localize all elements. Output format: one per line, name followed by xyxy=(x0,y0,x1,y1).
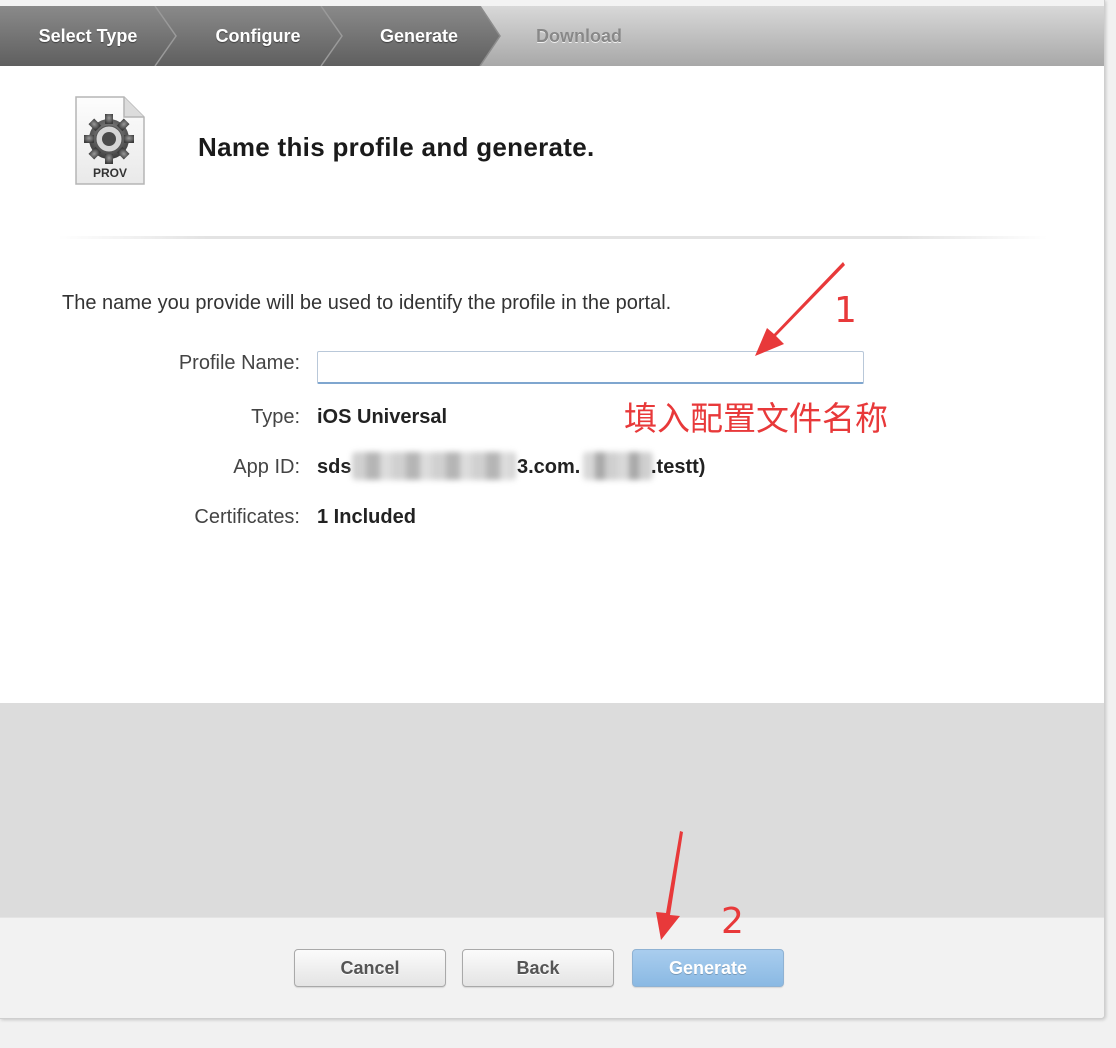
certificates-value: 1 Included xyxy=(317,506,416,528)
generate-button[interactable]: Generate xyxy=(632,949,784,987)
type-value: iOS Universal xyxy=(317,406,448,428)
certificates-label: Certificates: xyxy=(194,506,300,528)
app-id-prefix: sds xyxy=(317,456,352,478)
profile-wizard-panel: Select Type Configure Generate Download xyxy=(0,0,1105,1019)
wizard-steps: Select Type Configure Generate Download xyxy=(0,6,1104,66)
page-title: Name this profile and generate. xyxy=(198,132,595,162)
step-select-type: Select Type xyxy=(38,26,138,46)
app-id-middle: 3.com. xyxy=(517,456,581,478)
prov-icon-label: PROV xyxy=(93,166,127,180)
cancel-button[interactable]: Cancel xyxy=(294,949,446,987)
profile-name-input[interactable] xyxy=(317,351,864,384)
annotation-note-profile-name: 填入配置文件名称 xyxy=(624,399,888,438)
provisioning-profile-icon: PROV xyxy=(75,96,145,185)
app-id-label: App ID: xyxy=(233,456,300,478)
redacted-app-id-segment xyxy=(352,452,516,480)
annotation-number-1: 1 xyxy=(834,290,857,331)
step-configure: Configure xyxy=(215,26,301,46)
type-label: Type: xyxy=(251,406,300,428)
annotation-number-2: 2 xyxy=(721,901,744,942)
profile-name-label: Profile Name: xyxy=(178,352,300,374)
step-generate: Generate xyxy=(379,26,459,46)
back-button[interactable]: Back xyxy=(462,949,614,987)
app-id-suffix: .testt) xyxy=(651,456,706,478)
header-divider xyxy=(58,236,1048,239)
form-description: The name you provide will be used to ide… xyxy=(62,292,672,314)
content-spacer xyxy=(0,703,1104,917)
redacted-app-id-segment-2 xyxy=(583,452,653,480)
step-download: Download xyxy=(536,26,622,46)
